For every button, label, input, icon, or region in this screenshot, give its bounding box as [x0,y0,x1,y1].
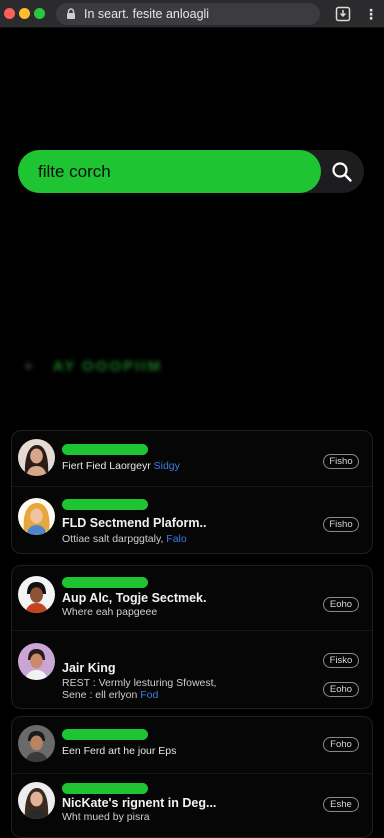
item-link[interactable]: Sidgy [154,460,180,472]
result-card: Aup Alc, Togje Sectmek. Where eah papgee… [11,565,373,709]
avatar [18,498,55,535]
result-card: Een Ferd art he jour Eps Foho NicKate's … [11,716,373,838]
minimize-window-button[interactable] [19,8,30,19]
item-subtitle: Een Ferd art he jour Eps [62,745,177,757]
item-action-button[interactable]: Eshe [323,797,359,812]
item-action-button[interactable]: Fisho [323,517,359,532]
avatar [18,576,55,613]
item-subtitle: Fiert Fied Laorgeyr Sidgy [62,460,180,472]
avatar [18,725,55,762]
item-subtitle: Where eah papgeee [62,606,158,618]
list-item[interactable]: Een Ferd art he jour Eps Foho [12,717,372,773]
item-subtitle: Ottiae salt darpggtaly, Falo [62,533,187,545]
list-item[interactable]: NicKate's rignent in Deg... Wht mued by … [12,773,372,837]
section-heading: + AY OOOPIIM [24,358,162,380]
avatar [18,439,55,476]
extension-icon[interactable] [335,6,351,22]
name-placeholder-bar [62,577,148,588]
result-card: Fiert Fied Laorgeyr Sidgy Fisho FLD Sect… [11,430,373,554]
name-placeholder-bar [62,444,148,455]
more-menu-icon[interactable]: ⋮ [364,6,378,22]
item-action-button[interactable]: Foho [323,737,359,752]
avatar [18,643,55,680]
avatar [18,782,55,819]
item-link[interactable]: Fod [140,689,158,701]
search-input[interactable] [18,150,321,193]
item-title: Aup Alc, Togje Sectmek. [62,591,207,605]
item-subtitle-secondary: Sene : ell erlyon Fod [62,689,159,701]
item-action-button[interactable]: Fisho [323,454,359,469]
list-item[interactable]: FLD Sectmend Plaform.. Ottiae salt darpg… [12,486,372,554]
close-window-button[interactable] [4,8,15,19]
address-bar[interactable]: In seart. fesite anloagli [56,3,320,25]
item-subtitle: REST : Vermly lesturing Sfowest, [62,677,217,689]
item-subtitle: Wht mued by pisra [62,811,150,823]
list-item[interactable]: Jair King REST : Vermly lesturing Sfowes… [12,630,372,708]
name-placeholder-bar [62,499,148,510]
item-link[interactable]: Falo [166,533,186,545]
item-action-button[interactable]: Fisko [323,653,359,668]
search-bar [18,150,364,193]
plus-icon: + [24,358,35,375]
address-bar-text: In seart. fesite anloagli [84,7,210,21]
section-heading-text: AY OOOPIIM [52,358,162,375]
item-title: Jair King [62,661,116,675]
search-icon[interactable] [330,160,354,184]
list-item[interactable]: Aup Alc, Togje Sectmek. Where eah papgee… [12,566,372,630]
list-item[interactable]: Fiert Fied Laorgeyr Sidgy Fisho [12,431,372,486]
browser-toolbar: In seart. fesite anloagli ⋮ [0,0,384,28]
lock-icon [67,8,75,19]
item-action-button[interactable]: Eoho [323,597,359,612]
item-secondary-button[interactable]: Eoho [323,682,359,697]
name-placeholder-bar [62,729,148,740]
item-title: FLD Sectmend Plaform.. [62,516,207,530]
maximize-window-button[interactable] [34,8,45,19]
item-title: NicKate's rignent in Deg... [62,796,217,810]
name-placeholder-bar [62,783,148,794]
